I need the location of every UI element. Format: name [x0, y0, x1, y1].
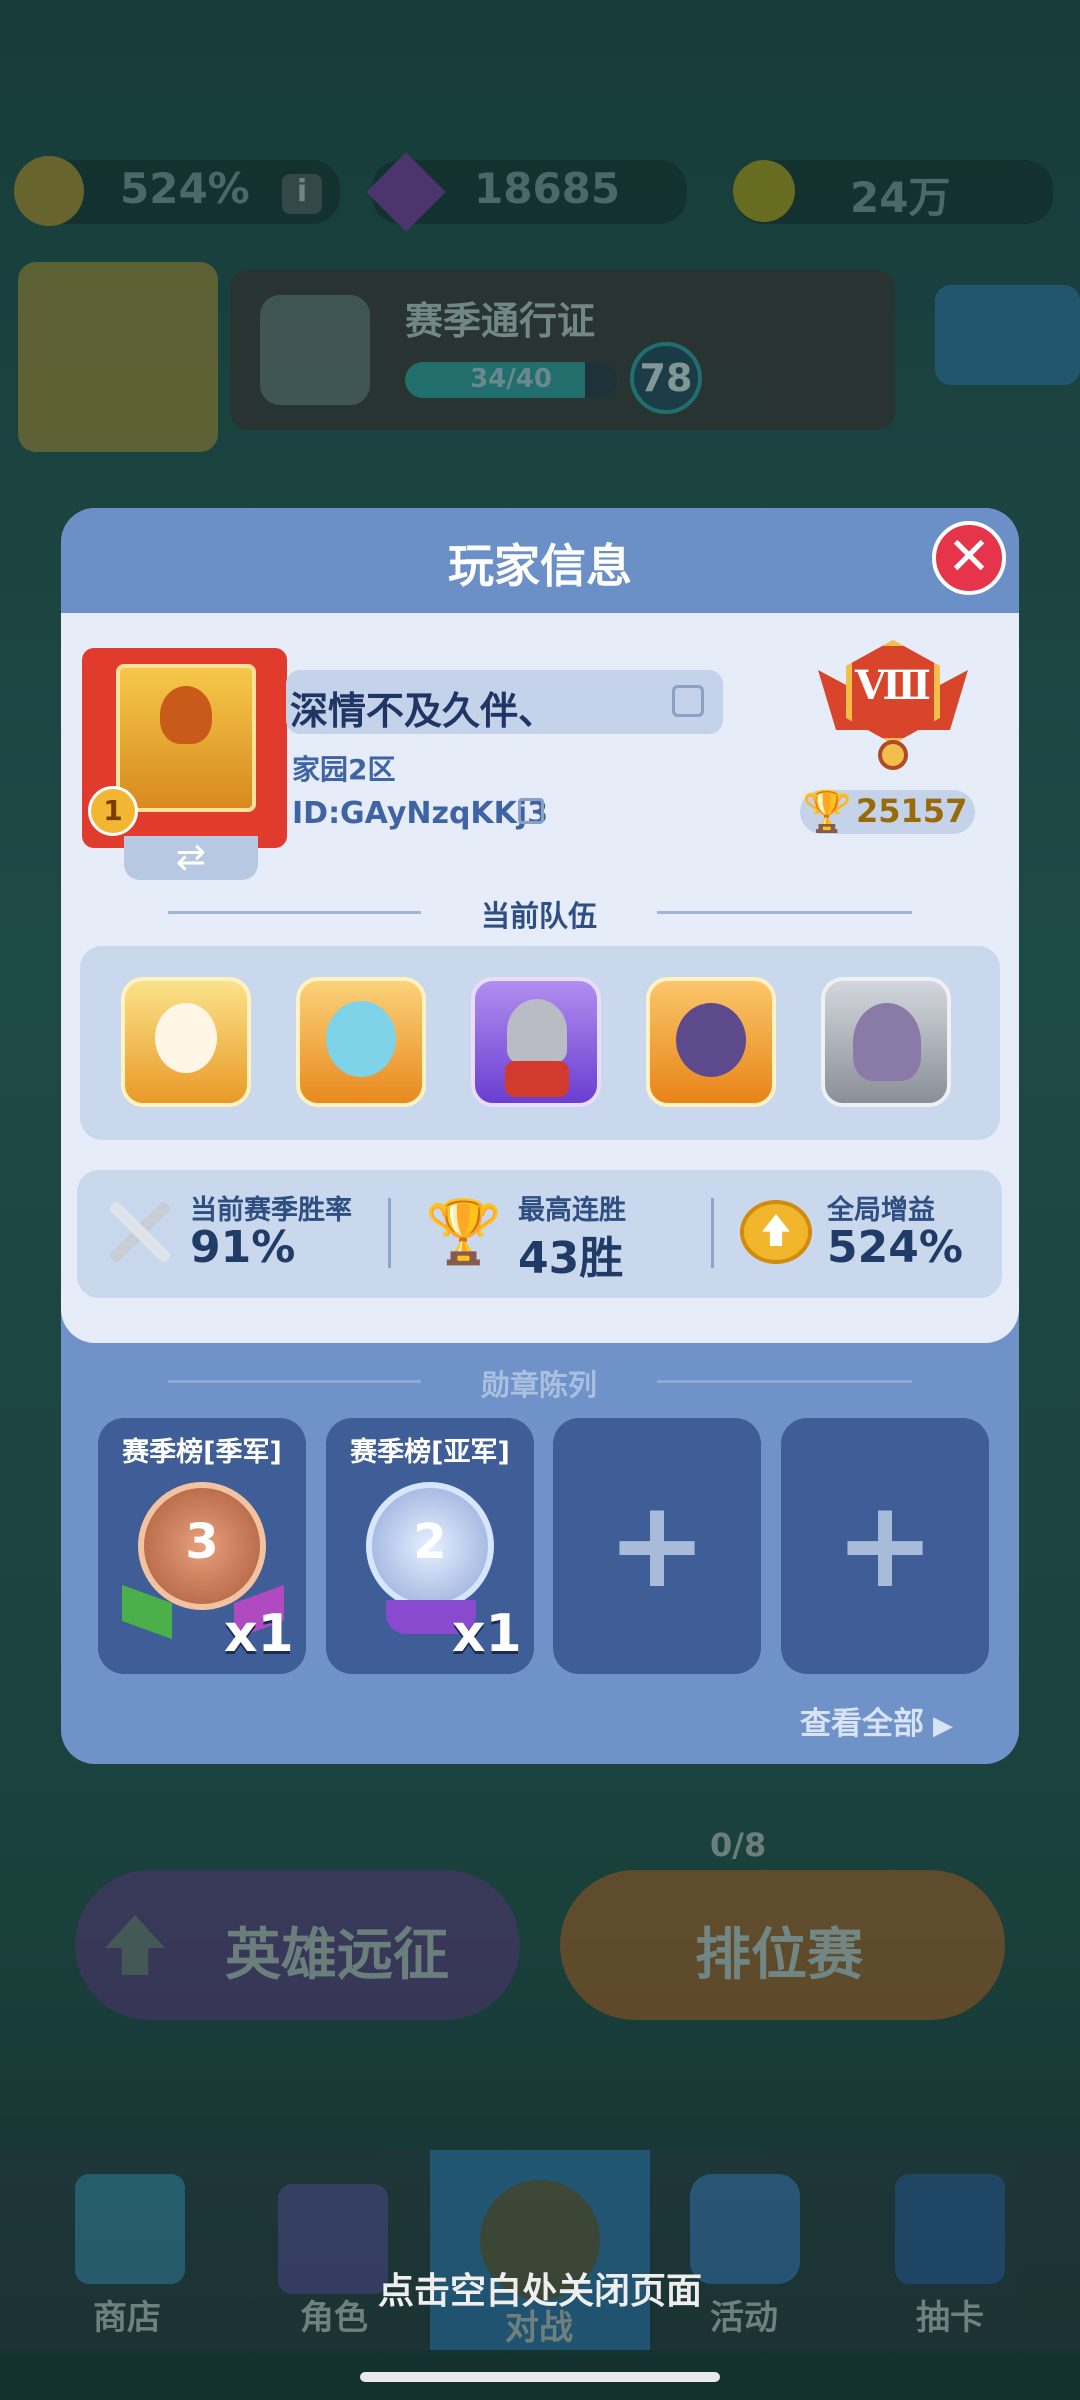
avatar-robot-icon — [160, 686, 212, 744]
menu-button[interactable] — [935, 285, 1080, 385]
angel-hero-icon[interactable] — [121, 977, 251, 1107]
medal-rank: 3 — [185, 1514, 219, 1570]
player-id: ID:GAyNzqKKj3 — [292, 796, 549, 831]
resource-bar: 524% i 18685 24万 — [0, 152, 1080, 232]
boost-icon — [740, 1200, 812, 1264]
rank-badge: Ⅷ — [818, 640, 968, 770]
medal-section-label: 勋章陈列 — [480, 1368, 597, 1402]
arrow-up-icon — [105, 1915, 165, 1975]
ranked-tickets: 0/8 — [710, 1826, 767, 1864]
team-section-label: 当前队伍 — [480, 899, 597, 933]
empty-medal-slot[interactable]: + — [553, 1418, 761, 1674]
background-avatar[interactable] — [18, 262, 218, 452]
copy-icon[interactable] — [518, 798, 544, 824]
stat-divider — [711, 1198, 714, 1268]
swap-avatar-icon[interactable]: ⇄ — [124, 836, 258, 880]
rank-gem — [878, 740, 908, 770]
modal-title: 玩家信息 — [448, 539, 632, 593]
boost-icon — [14, 156, 84, 226]
medal-rank: 2 — [413, 1514, 447, 1570]
expedition-button[interactable]: 英雄远征 — [75, 1870, 520, 2020]
medal-count: x1 — [452, 1604, 522, 1664]
knight-hero-icon[interactable] — [471, 977, 601, 1107]
bottom-nav: 商店 角色 对战 活动 抽卡 — [0, 2150, 1080, 2350]
info-icon[interactable]: i — [282, 174, 322, 214]
view-all-label: 查看全部 — [800, 1706, 924, 1742]
edit-icon[interactable] — [672, 685, 704, 717]
rank-numeral: Ⅷ — [855, 662, 931, 709]
add-icon: + — [606, 1476, 708, 1615]
season-pass-level: 78 — [630, 342, 702, 414]
stat-divider — [388, 1198, 391, 1268]
season-pass-icon — [260, 295, 370, 405]
divider-right — [657, 911, 912, 914]
expedition-label: 英雄远征 — [225, 1923, 449, 1988]
nav-battle-tab[interactable]: 对战 — [430, 2150, 650, 2350]
empty-medal-slot[interactable]: + — [781, 1418, 989, 1674]
medal-card-silver[interactable]: 赛季榜[亚军] 2 x1 — [326, 1418, 534, 1674]
add-icon: + — [834, 1476, 936, 1615]
player-name: 深情不及久伴、 — [290, 689, 557, 733]
avatar-frame[interactable]: 1 — [82, 648, 287, 848]
player-server: 家园2区 — [292, 753, 396, 786]
stat-value-winrate: 91% — [190, 1222, 296, 1273]
ranked-label: 排位赛 — [695, 1923, 863, 1988]
boost-value: 524% — [120, 164, 250, 213]
silver-medal-icon: 2 — [366, 1482, 494, 1610]
trophy-icon: 🏆 — [425, 1195, 503, 1268]
ghost-hero-icon[interactable] — [821, 977, 951, 1107]
medal-divider-left — [168, 1380, 421, 1383]
dark-warrior-hero-icon[interactable] — [646, 977, 776, 1107]
home-indicator[interactable] — [360, 2372, 720, 2382]
ranked-button[interactable]: 排位赛 — [560, 1870, 1005, 2020]
chevron-right-icon: ▶ — [924, 1711, 954, 1741]
trophy-count: 25157 — [856, 792, 968, 830]
gem-value: 18685 — [474, 164, 621, 213]
medal-title: 赛季榜[季军] — [122, 1437, 282, 1468]
stat-value-streak: 43胜 — [518, 1233, 624, 1284]
season-pass-banner[interactable]: 赛季通行证 34/40 78 — [230, 270, 895, 430]
close-icon[interactable]: ✕ — [932, 521, 1006, 595]
medal-card-bronze[interactable]: 赛季榜[季军] 3 x1 — [98, 1418, 306, 1674]
stat-value-boost: 524% — [827, 1222, 963, 1273]
season-pass-progress-text: 34/40 — [470, 364, 552, 394]
bronze-medal-icon: 3 — [138, 1482, 266, 1610]
coin-value: 24万 — [850, 173, 951, 222]
season-pass-title: 赛季通行证 — [405, 299, 596, 343]
medal-divider-right — [657, 1380, 912, 1383]
avatar-level-badge: 1 — [88, 786, 138, 836]
ice-mage-hero-icon[interactable] — [296, 977, 426, 1107]
coin-icon — [733, 160, 795, 222]
medal-count: x1 — [224, 1604, 294, 1664]
crossed-swords-icon — [104, 1195, 176, 1267]
avatar — [116, 664, 256, 812]
trophy-icon: 🏆 — [802, 789, 852, 835]
medal-title: 赛季榜[亚军] — [350, 1437, 510, 1468]
divider-left — [168, 911, 421, 914]
close-hint: 点击空白处关闭页面 — [377, 2271, 702, 2312]
view-all-link[interactable]: 查看全部 ▶ — [800, 1698, 953, 1743]
